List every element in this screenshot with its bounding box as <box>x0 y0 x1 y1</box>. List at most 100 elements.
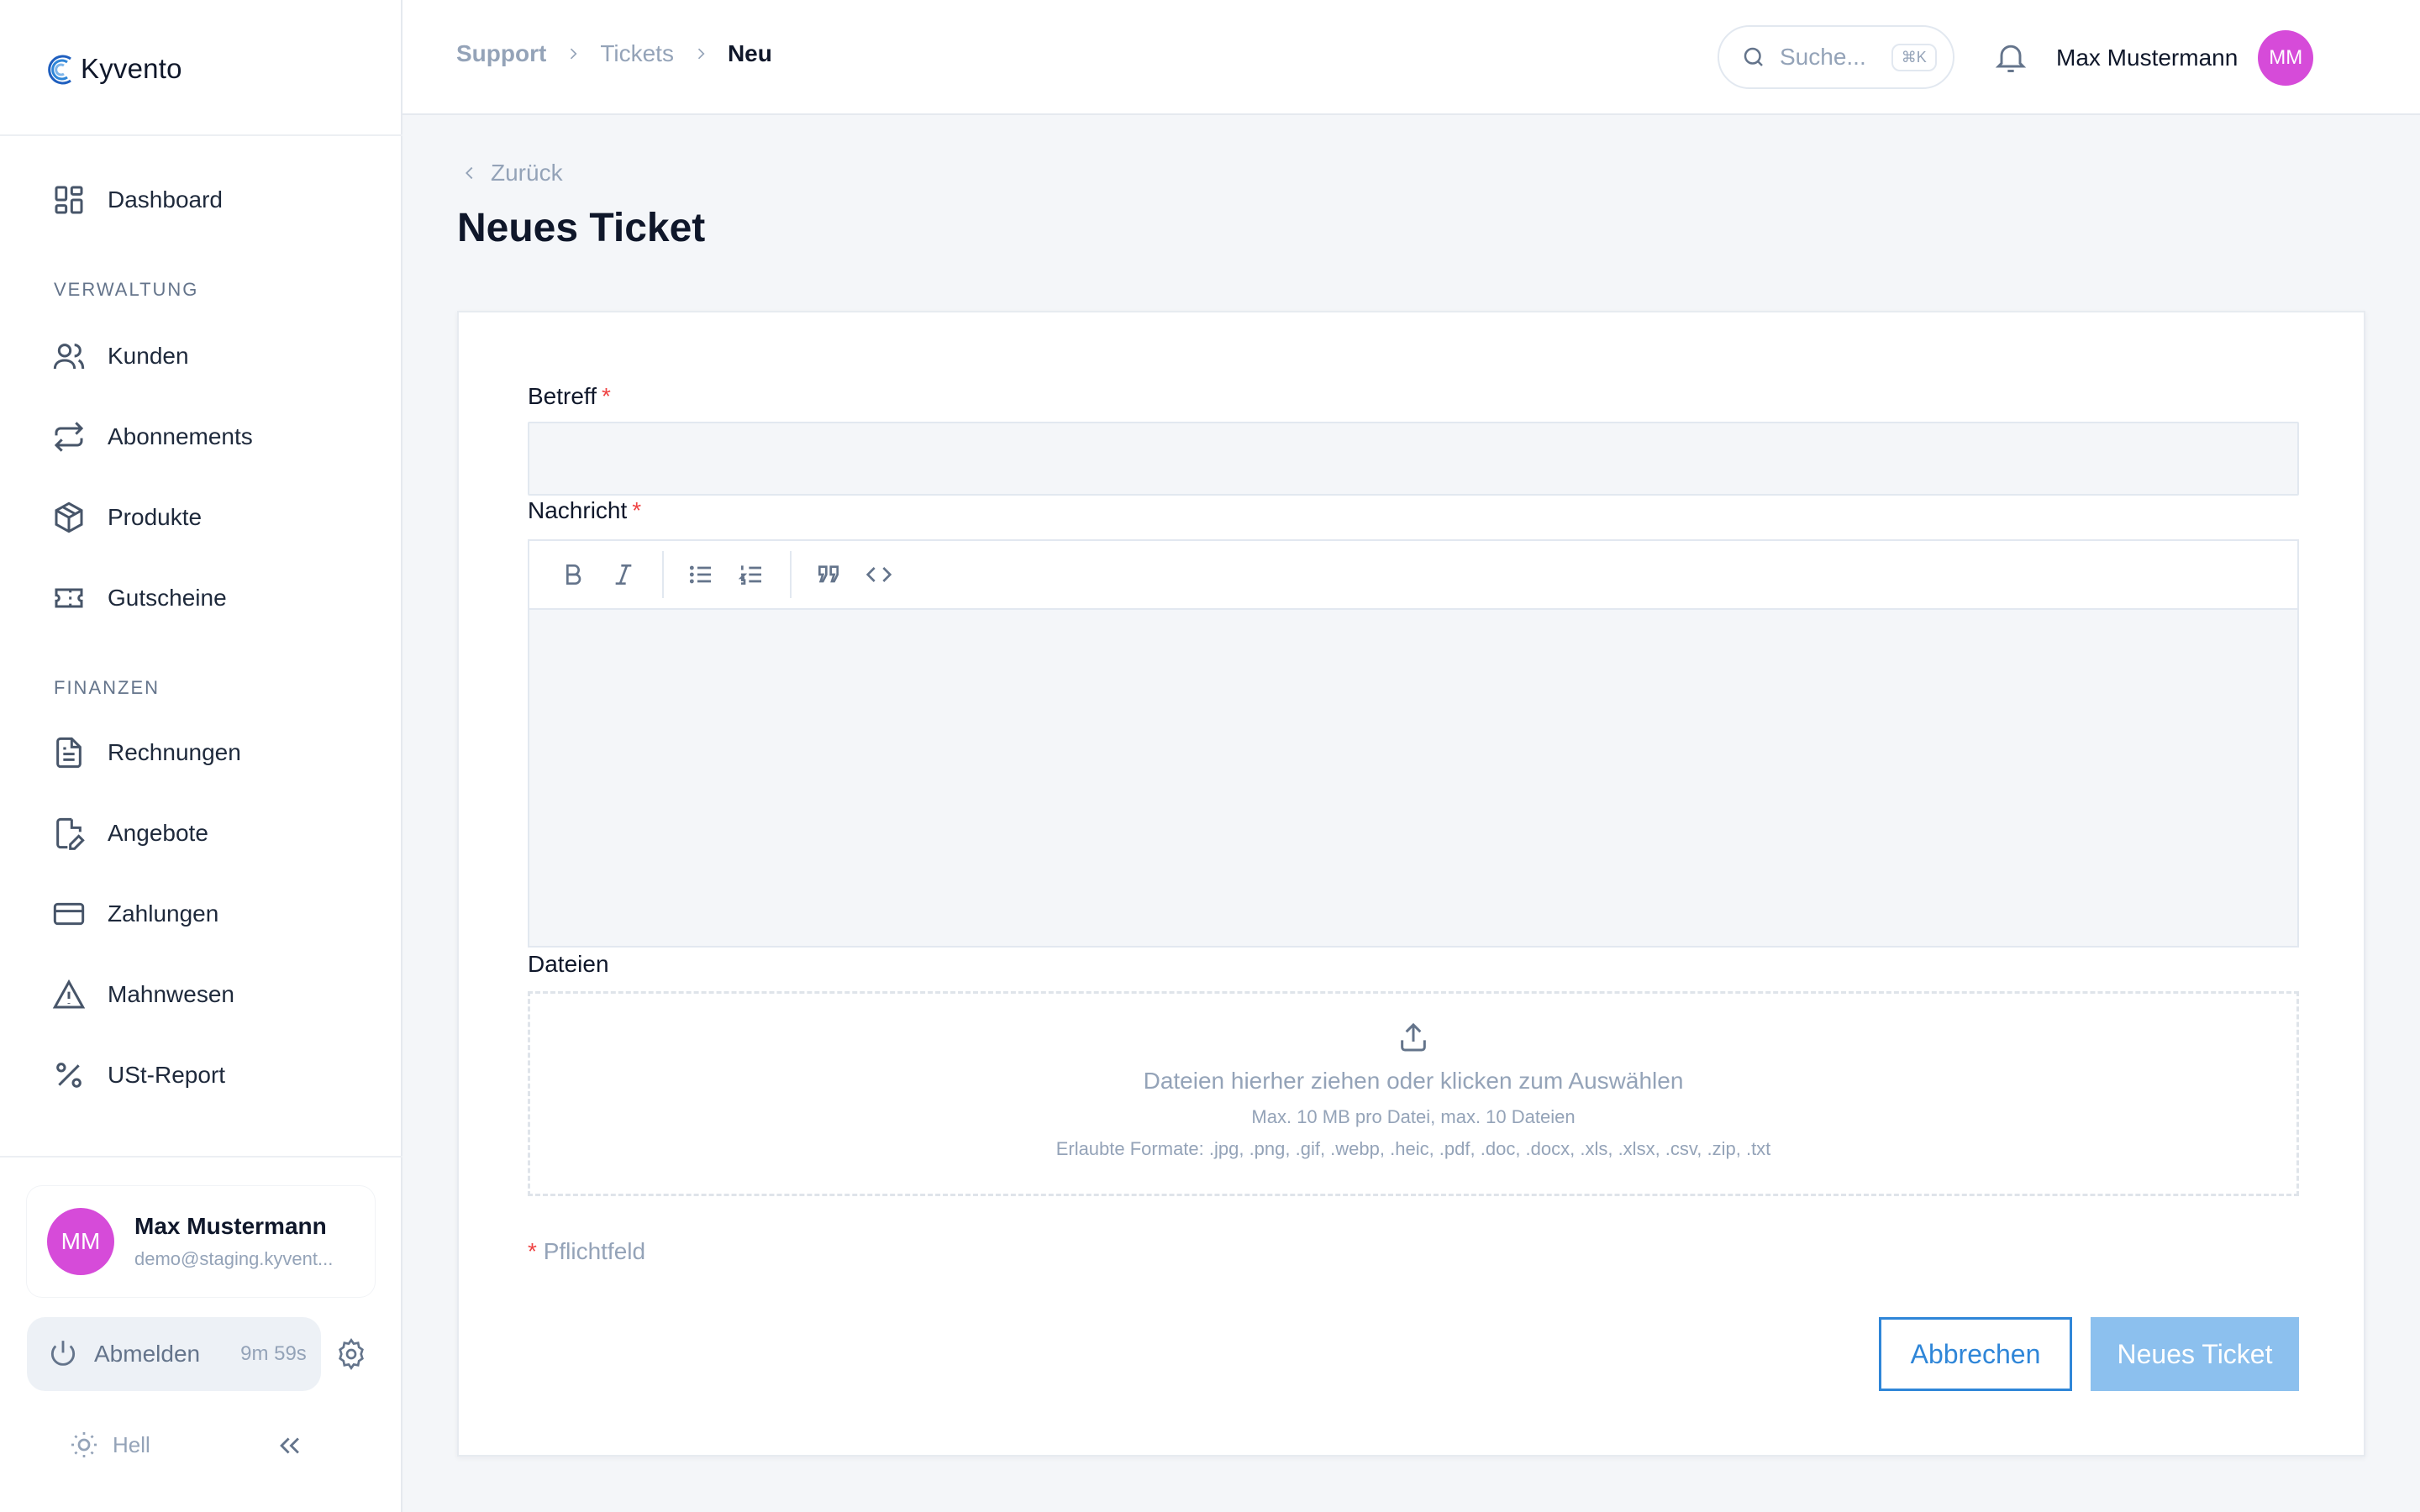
sidebar-item-label: Angebote <box>108 820 208 846</box>
numbered-list-button[interactable] <box>733 556 770 593</box>
sidebar-item-label: USt-Report <box>108 1062 226 1088</box>
required-mark: * <box>632 497 642 523</box>
repeat-icon <box>54 422 84 452</box>
gear-icon[interactable] <box>334 1337 368 1371</box>
users-icon <box>53 344 85 370</box>
sidebar-item-ust-report[interactable]: USt-Report <box>52 1055 225 1095</box>
toolbar-divider <box>790 551 792 598</box>
sidebar-item-label: Zahlungen <box>108 900 219 927</box>
sidebar-user-card[interactable]: MM Max Mustermann demo@staging.kyvent... <box>27 1186 375 1297</box>
bold-button[interactable] <box>555 556 592 593</box>
subject-label-text: Betreff <box>528 383 597 409</box>
percent-icon <box>56 1063 82 1088</box>
message-label: Nachricht * <box>528 497 641 524</box>
message-editor[interactable] <box>528 539 2299 948</box>
back-label: Zurück <box>491 160 563 186</box>
breadcrumb-tickets[interactable]: Tickets <box>600 40 674 67</box>
breadcrumb-current: Neu <box>727 40 772 66</box>
numbered-list-icon <box>738 565 761 585</box>
sidebar-item-gutscheine[interactable]: Gutscheine <box>52 578 227 618</box>
topbar: Support Tickets Neu Suche... ⌘K Max Must… <box>402 0 2420 115</box>
search-shortcut: ⌘K <box>1891 43 1937 71</box>
sidebar-item-label: Produkte <box>108 504 203 530</box>
package-icon <box>55 501 83 533</box>
back-link[interactable]: Zurück <box>460 160 563 186</box>
chevron-right-icon <box>571 48 577 60</box>
cancel-button[interactable]: Abbrechen <box>1879 1317 2072 1391</box>
sidebar-item-mahnwesen[interactable]: Mahnwesen <box>52 974 234 1015</box>
search-placeholder: Suche... <box>1780 44 1866 70</box>
required-note-text: Pflichtfeld <box>543 1238 646 1264</box>
kyvento-logo-icon <box>48 55 71 85</box>
search-input[interactable]: Suche... ⌘K <box>1718 25 1954 89</box>
collapse-sidebar-icon[interactable] <box>276 1431 304 1460</box>
dropzone-instructions: Dateien hierher ziehen oder klicken zum … <box>1143 1068 1684 1094</box>
chevron-right-icon <box>697 48 705 60</box>
credit-card-icon <box>53 902 85 926</box>
required-field-note: * Pflichtfeld <box>528 1238 645 1265</box>
user-name: Max Mustermann <box>134 1213 327 1239</box>
user-email: demo@staging.kyvent... <box>134 1248 334 1269</box>
alert-triangle-icon <box>52 979 86 1009</box>
brand-name: Kyvento <box>81 53 182 84</box>
brand-logo[interactable]: Kyvento <box>45 44 182 94</box>
dropzone-limits: Max. 10 MB pro Datei, max. 10 Dateien <box>1251 1106 1576 1127</box>
bullet-list-button[interactable] <box>682 556 719 593</box>
section-label-verwaltung: VERWALTUNG <box>54 279 199 300</box>
theme-toggle[interactable]: Hell <box>69 1430 150 1460</box>
message-label-text: Nachricht <box>528 497 628 523</box>
sidebar-item-label: Dashboard <box>108 186 223 213</box>
quote-button[interactable] <box>810 556 847 593</box>
dashboard-icon <box>55 186 83 214</box>
italic-icon <box>615 564 632 585</box>
sidebar-item-label: Gutscheine <box>108 585 227 611</box>
subject-input[interactable] <box>528 422 2299 496</box>
submit-ticket-button[interactable]: Neues Ticket <box>2091 1317 2299 1391</box>
sun-icon <box>71 1432 97 1457</box>
upload-icon <box>1401 1022 1426 1052</box>
sidebar-item-abonnements[interactable]: Abonnements <box>52 417 253 457</box>
bold-icon <box>566 564 581 585</box>
sidebar-item-angebote[interactable]: Angebote <box>52 813 208 853</box>
power-icon <box>50 1341 76 1366</box>
sidebar-item-label: Abonnements <box>108 423 253 449</box>
session-timer: 9m 59s <box>240 1342 307 1365</box>
sidebar-item-label: Rechnungen <box>108 739 241 765</box>
file-edit-icon <box>56 817 85 850</box>
avatar: MM <box>47 1208 114 1275</box>
italic-button[interactable] <box>605 556 642 593</box>
breadcrumb: Support Tickets Neu <box>456 40 772 67</box>
user-name: Max Mustermann <box>2056 45 2238 71</box>
avatar: MM <box>2258 30 2314 86</box>
required-mark: * <box>528 1238 537 1264</box>
required-mark: * <box>601 383 611 409</box>
bell-icon[interactable] <box>1992 39 2029 76</box>
user-menu[interactable]: Max Mustermann MM <box>2056 30 2314 86</box>
quote-icon <box>818 565 839 583</box>
chevron-left-icon <box>466 166 473 180</box>
sidebar-divider <box>0 1156 402 1158</box>
sidebar-item-zahlungen[interactable]: Zahlungen <box>52 894 218 934</box>
subject-label: Betreff * <box>528 383 611 410</box>
sidebar-item-rechnungen[interactable]: Rechnungen <box>52 732 241 773</box>
dropzone-formats: Erlaubte Formate: .jpg, .png, .gif, .web… <box>1055 1138 1771 1159</box>
ticket-icon <box>55 588 83 608</box>
sidebar-item-dashboard[interactable]: Dashboard <box>52 180 223 220</box>
theme-label: Hell <box>113 1431 150 1457</box>
files-label: Dateien <box>528 951 609 977</box>
sidebar-item-label: Mahnwesen <box>108 981 234 1007</box>
sidebar-item-label: Kunden <box>108 343 189 369</box>
file-dropzone[interactable]: Dateien hierher ziehen oder klicken zum … <box>528 991 2299 1196</box>
breadcrumb-support[interactable]: Support <box>456 40 546 67</box>
sidebar: Kyvento Dashboard VERWALTUNG Kunden Abon… <box>0 0 402 1512</box>
code-button[interactable] <box>860 556 897 593</box>
bullet-list-icon <box>689 565 711 584</box>
search-icon <box>1744 47 1763 66</box>
ticket-form: Betreff * Nachricht * Dateien Dateien hi… <box>457 311 2365 1457</box>
page-title: Neues Ticket <box>457 206 706 250</box>
file-text-icon <box>56 737 82 769</box>
toolbar-divider <box>662 551 664 598</box>
logout-button[interactable]: Abmelden 9m 59s <box>27 1317 321 1391</box>
sidebar-item-kunden[interactable]: Kunden <box>52 336 189 376</box>
sidebar-item-produkte[interactable]: Produkte <box>52 497 202 538</box>
